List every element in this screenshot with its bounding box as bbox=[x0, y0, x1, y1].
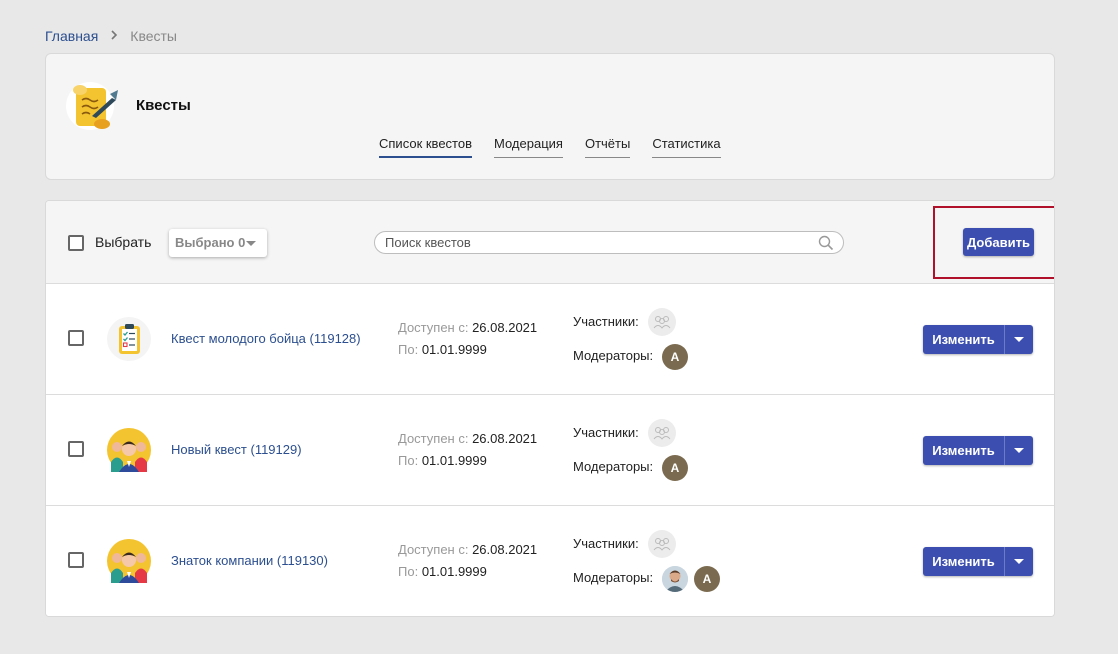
available-until-label: По: bbox=[398, 342, 419, 357]
available-from-value: 26.08.2021 bbox=[472, 542, 538, 557]
list-toolbar: Выбрать Выбрано 0 Добавить bbox=[46, 201, 1054, 283]
moderator-photo-avatar[interactable] bbox=[662, 566, 688, 592]
available-until-value: 01.01.9999 bbox=[421, 453, 487, 468]
available-from-value: 26.08.2021 bbox=[472, 431, 538, 446]
breadcrumb-home-link[interactable]: Главная bbox=[45, 28, 98, 44]
page-title: Квесты bbox=[136, 97, 191, 114]
tab-quest-list[interactable]: Список квестов bbox=[379, 136, 472, 158]
available-from-label: Доступен с: bbox=[398, 431, 469, 446]
participants-label: Участники: bbox=[573, 314, 639, 329]
quest-name-link[interactable]: Квест молодого бойца (119128) bbox=[171, 331, 361, 346]
select-all-label: Выбрать bbox=[95, 234, 152, 250]
breadcrumb: Главная Квесты bbox=[45, 28, 177, 44]
team-icon bbox=[107, 428, 151, 472]
edit-dropdown-toggle[interactable] bbox=[1004, 325, 1033, 354]
edit-split-button: Изменить bbox=[923, 436, 1033, 465]
available-until-value: 01.01.9999 bbox=[421, 342, 487, 357]
available-from: Доступен с: 26.08.2021 bbox=[398, 431, 537, 446]
edit-split-button: Изменить bbox=[923, 547, 1033, 576]
selected-count-dropdown[interactable]: Выбрано 0 bbox=[169, 229, 267, 257]
available-until: По: 01.01.9999 bbox=[398, 564, 487, 579]
participants-group-icon[interactable] bbox=[648, 308, 676, 336]
team-icon bbox=[107, 539, 151, 583]
available-from: Доступен с: 26.08.2021 bbox=[398, 542, 537, 557]
row-checkbox[interactable] bbox=[68, 441, 84, 457]
moderators-label: Модераторы: bbox=[573, 459, 654, 474]
quest-name-link[interactable]: Новый квест (119129) bbox=[171, 442, 302, 457]
moderators-label: Модераторы: bbox=[573, 570, 654, 585]
quest-row: Квест молодого бойца (119128) Доступен с… bbox=[46, 283, 1054, 394]
available-until-value: 01.01.9999 bbox=[421, 564, 487, 579]
edit-button[interactable]: Изменить bbox=[923, 436, 1004, 465]
search-input[interactable] bbox=[374, 231, 844, 254]
available-until: По: 01.01.9999 bbox=[398, 342, 487, 357]
available-until-label: По: bbox=[398, 564, 419, 579]
caret-down-icon bbox=[1014, 337, 1024, 342]
breadcrumb-current: Квесты bbox=[130, 28, 177, 44]
available-from-label: Доступен с: bbox=[398, 542, 469, 557]
participants-label: Участники: bbox=[573, 536, 639, 551]
participants-label: Участники: bbox=[573, 425, 639, 440]
add-quest-button[interactable]: Добавить bbox=[963, 228, 1034, 256]
tab-moderation[interactable]: Модерация bbox=[494, 136, 563, 158]
edit-button[interactable]: Изменить bbox=[923, 325, 1004, 354]
search-icon[interactable] bbox=[818, 235, 834, 251]
tab-statistics[interactable]: Статистика bbox=[652, 136, 721, 158]
row-checkbox[interactable] bbox=[68, 330, 84, 346]
moderator-avatar[interactable]: A bbox=[694, 566, 720, 592]
moderator-avatar[interactable]: A bbox=[662, 455, 688, 481]
chevron-right-icon bbox=[108, 29, 120, 43]
available-until: По: 01.01.9999 bbox=[398, 453, 487, 468]
caret-down-icon bbox=[1014, 559, 1024, 564]
quest-list-card: Выбрать Выбрано 0 Добавить bbox=[45, 200, 1055, 617]
participants-group-icon[interactable] bbox=[648, 419, 676, 447]
available-until-label: По: bbox=[398, 453, 419, 468]
edit-button[interactable]: Изменить bbox=[923, 547, 1004, 576]
tabs: Список квестов Модерация Отчёты Статисти… bbox=[379, 136, 721, 158]
quest-name-link[interactable]: Знаток компании (119130) bbox=[171, 553, 328, 568]
caret-down-icon bbox=[1014, 448, 1024, 453]
participants-group-icon[interactable] bbox=[648, 530, 676, 558]
moderators-label: Модераторы: bbox=[573, 348, 654, 363]
edit-split-button: Изменить bbox=[923, 325, 1033, 354]
moderator-avatar[interactable]: A bbox=[662, 344, 688, 370]
edit-dropdown-toggle[interactable] bbox=[1004, 436, 1033, 465]
tab-reports[interactable]: Отчёты bbox=[584, 136, 631, 158]
available-from: Доступен с: 26.08.2021 bbox=[398, 320, 537, 335]
scroll-quill-icon bbox=[66, 76, 120, 132]
edit-dropdown-toggle[interactable] bbox=[1004, 547, 1033, 576]
available-from-label: Доступен с: bbox=[398, 320, 469, 335]
quest-row: Новый квест (119129) Доступен с: 26.08.2… bbox=[46, 394, 1054, 505]
quests-header-card: Квесты Список квестов Модерация Отчёты С… bbox=[45, 53, 1055, 180]
caret-down-icon bbox=[246, 241, 256, 246]
checklist-icon bbox=[107, 317, 151, 361]
quest-row: Знаток компании (119130) Доступен с: 26.… bbox=[46, 505, 1054, 616]
selected-count-label: Выбрано 0 bbox=[175, 235, 246, 250]
available-from-value: 26.08.2021 bbox=[472, 320, 538, 335]
row-checkbox[interactable] bbox=[68, 552, 84, 568]
select-all-checkbox[interactable] bbox=[68, 235, 84, 251]
